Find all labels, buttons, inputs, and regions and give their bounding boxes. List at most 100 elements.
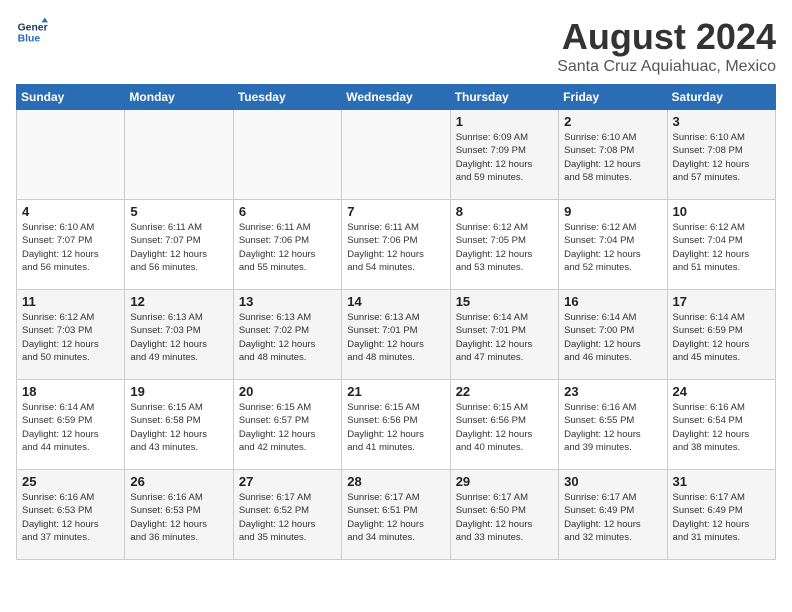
cell-info: Sunrise: 6:12 AM Sunset: 7:05 PM Dayligh…	[456, 221, 553, 274]
cell-info: Sunrise: 6:13 AM Sunset: 7:01 PM Dayligh…	[347, 311, 444, 364]
calendar-cell: 1 Sunrise: 6:09 AM Sunset: 7:09 PM Daylig…	[450, 110, 558, 200]
calendar-cell: 15 Sunrise: 6:14 AM Sunset: 7:01 PM Dayli…	[450, 290, 558, 380]
calendar-cell: 17 Sunrise: 6:14 AM Sunset: 6:59 PM Dayli…	[667, 290, 775, 380]
calendar-cell	[342, 110, 450, 200]
calendar-cell: 19 Sunrise: 6:15 AM Sunset: 6:58 PM Dayli…	[125, 380, 233, 470]
week-row-2: 4Sunrise: 6:10 AM Sunset: 7:07 PM Daylig…	[17, 200, 776, 290]
calendar-cell: 18 Sunrise: 6:14 AM Sunset: 6:59 PM Dayli…	[17, 380, 125, 470]
cell-info: Sunrise: 6:12 AM Sunset: 7:04 PM Dayligh…	[564, 221, 661, 274]
week-row-5: 25 Sunrise: 6:16 AM Sunset: 6:53 PM Dayli…	[17, 470, 776, 560]
day-number: 6	[239, 204, 336, 219]
cell-info: Sunrise: 6:13 AM Sunset: 7:03 PM Dayligh…	[130, 311, 227, 364]
day-number: 24	[673, 384, 770, 399]
day-number: 13	[239, 294, 336, 309]
calendar-title: August 2024	[557, 16, 776, 58]
calendar-cell: 27 Sunrise: 6:17 AM Sunset: 6:52 PM Dayli…	[233, 470, 341, 560]
cell-info: Sunrise: 6:17 AM Sunset: 6:52 PM Dayligh…	[239, 491, 336, 544]
cell-info: Sunrise: 6:09 AM Sunset: 7:09 PM Dayligh…	[456, 131, 553, 184]
week-row-3: 11 Sunrise: 6:12 AM Sunset: 7:03 PM Dayli…	[17, 290, 776, 380]
weekday-header-friday: Friday	[559, 85, 667, 110]
day-number: 3	[673, 114, 770, 129]
weekday-header-monday: Monday	[125, 85, 233, 110]
calendar-cell: 21Sunrise: 6:15 AM Sunset: 6:56 PM Dayli…	[342, 380, 450, 470]
day-number: 31	[673, 474, 770, 489]
calendar-cell: 6Sunrise: 6:11 AM Sunset: 7:06 PM Daylig…	[233, 200, 341, 290]
calendar-cell: 31 Sunrise: 6:17 AM Sunset: 6:49 PM Dayli…	[667, 470, 775, 560]
cell-info: Sunrise: 6:16 AM Sunset: 6:54 PM Dayligh…	[673, 401, 770, 454]
cell-info: Sunrise: 6:14 AM Sunset: 7:01 PM Dayligh…	[456, 311, 553, 364]
cell-info: Sunrise: 6:17 AM Sunset: 6:49 PM Dayligh…	[564, 491, 661, 544]
week-row-1: 1 Sunrise: 6:09 AM Sunset: 7:09 PM Daylig…	[17, 110, 776, 200]
calendar-cell: 11 Sunrise: 6:12 AM Sunset: 7:03 PM Dayli…	[17, 290, 125, 380]
day-number: 22	[456, 384, 553, 399]
day-number: 26	[130, 474, 227, 489]
calendar-cell: 10Sunrise: 6:12 AM Sunset: 7:04 PM Dayli…	[667, 200, 775, 290]
day-number: 12	[130, 294, 227, 309]
day-number: 2	[564, 114, 661, 129]
day-number: 19	[130, 384, 227, 399]
day-number: 21	[347, 384, 444, 399]
cell-info: Sunrise: 6:17 AM Sunset: 6:50 PM Dayligh…	[456, 491, 553, 544]
calendar-cell: 9Sunrise: 6:12 AM Sunset: 7:04 PM Daylig…	[559, 200, 667, 290]
day-number: 15	[456, 294, 553, 309]
day-number: 17	[673, 294, 770, 309]
calendar-cell: 29 Sunrise: 6:17 AM Sunset: 6:50 PM Dayli…	[450, 470, 558, 560]
cell-info: Sunrise: 6:11 AM Sunset: 7:07 PM Dayligh…	[130, 221, 227, 274]
weekday-header-thursday: Thursday	[450, 85, 558, 110]
day-number: 4	[22, 204, 119, 219]
calendar-cell: 2 Sunrise: 6:10 AM Sunset: 7:08 PM Daylig…	[559, 110, 667, 200]
day-number: 27	[239, 474, 336, 489]
cell-info: Sunrise: 6:16 AM Sunset: 6:53 PM Dayligh…	[130, 491, 227, 544]
day-number: 20	[239, 384, 336, 399]
day-number: 11	[22, 294, 119, 309]
logo: General Blue	[16, 16, 48, 48]
calendar-cell: 22 Sunrise: 6:15 AM Sunset: 6:56 PM Dayli…	[450, 380, 558, 470]
cell-info: Sunrise: 6:10 AM Sunset: 7:08 PM Dayligh…	[564, 131, 661, 184]
cell-info: Sunrise: 6:17 AM Sunset: 6:49 PM Dayligh…	[673, 491, 770, 544]
day-number: 29	[456, 474, 553, 489]
calendar-cell: 28Sunrise: 6:17 AM Sunset: 6:51 PM Dayli…	[342, 470, 450, 560]
weekday-header-saturday: Saturday	[667, 85, 775, 110]
calendar-subtitle: Santa Cruz Aquiahuac, Mexico	[557, 58, 776, 76]
calendar-cell: 24 Sunrise: 6:16 AM Sunset: 6:54 PM Dayli…	[667, 380, 775, 470]
calendar-cell: 25 Sunrise: 6:16 AM Sunset: 6:53 PM Dayli…	[17, 470, 125, 560]
calendar-table: SundayMondayTuesdayWednesdayThursdayFrid…	[16, 84, 776, 560]
day-number: 25	[22, 474, 119, 489]
day-number: 18	[22, 384, 119, 399]
cell-info: Sunrise: 6:15 AM Sunset: 6:56 PM Dayligh…	[456, 401, 553, 454]
day-number: 8	[456, 204, 553, 219]
cell-info: Sunrise: 6:15 AM Sunset: 6:57 PM Dayligh…	[239, 401, 336, 454]
cell-info: Sunrise: 6:11 AM Sunset: 7:06 PM Dayligh…	[347, 221, 444, 274]
weekday-header-row: SundayMondayTuesdayWednesdayThursdayFrid…	[17, 85, 776, 110]
cell-info: Sunrise: 6:12 AM Sunset: 7:03 PM Dayligh…	[22, 311, 119, 364]
calendar-cell	[17, 110, 125, 200]
calendar-cell: 26 Sunrise: 6:16 AM Sunset: 6:53 PM Dayli…	[125, 470, 233, 560]
day-number: 14	[347, 294, 444, 309]
calendar-cell: 16Sunrise: 6:14 AM Sunset: 7:00 PM Dayli…	[559, 290, 667, 380]
weekday-header-sunday: Sunday	[17, 85, 125, 110]
day-number: 10	[673, 204, 770, 219]
calendar-cell: 20 Sunrise: 6:15 AM Sunset: 6:57 PM Dayli…	[233, 380, 341, 470]
cell-info: Sunrise: 6:16 AM Sunset: 6:53 PM Dayligh…	[22, 491, 119, 544]
calendar-cell	[125, 110, 233, 200]
calendar-cell: 30Sunrise: 6:17 AM Sunset: 6:49 PM Dayli…	[559, 470, 667, 560]
calendar-cell: 3Sunrise: 6:10 AM Sunset: 7:08 PM Daylig…	[667, 110, 775, 200]
cell-info: Sunrise: 6:14 AM Sunset: 6:59 PM Dayligh…	[22, 401, 119, 454]
calendar-cell: 13Sunrise: 6:13 AM Sunset: 7:02 PM Dayli…	[233, 290, 341, 380]
day-number: 16	[564, 294, 661, 309]
calendar-cell: 14 Sunrise: 6:13 AM Sunset: 7:01 PM Dayli…	[342, 290, 450, 380]
day-number: 1	[456, 114, 553, 129]
calendar-cell	[233, 110, 341, 200]
day-number: 28	[347, 474, 444, 489]
day-number: 5	[130, 204, 227, 219]
calendar-cell: 8 Sunrise: 6:12 AM Sunset: 7:05 PM Daylig…	[450, 200, 558, 290]
cell-info: Sunrise: 6:14 AM Sunset: 6:59 PM Dayligh…	[673, 311, 770, 364]
calendar-cell: 23Sunrise: 6:16 AM Sunset: 6:55 PM Dayli…	[559, 380, 667, 470]
weekday-header-wednesday: Wednesday	[342, 85, 450, 110]
cell-info: Sunrise: 6:16 AM Sunset: 6:55 PM Dayligh…	[564, 401, 661, 454]
calendar-cell: 5 Sunrise: 6:11 AM Sunset: 7:07 PM Daylig…	[125, 200, 233, 290]
svg-text:General: General	[18, 22, 48, 33]
cell-info: Sunrise: 6:15 AM Sunset: 6:58 PM Dayligh…	[130, 401, 227, 454]
calendar-cell: 4Sunrise: 6:10 AM Sunset: 7:07 PM Daylig…	[17, 200, 125, 290]
calendar-cell: 7Sunrise: 6:11 AM Sunset: 7:06 PM Daylig…	[342, 200, 450, 290]
